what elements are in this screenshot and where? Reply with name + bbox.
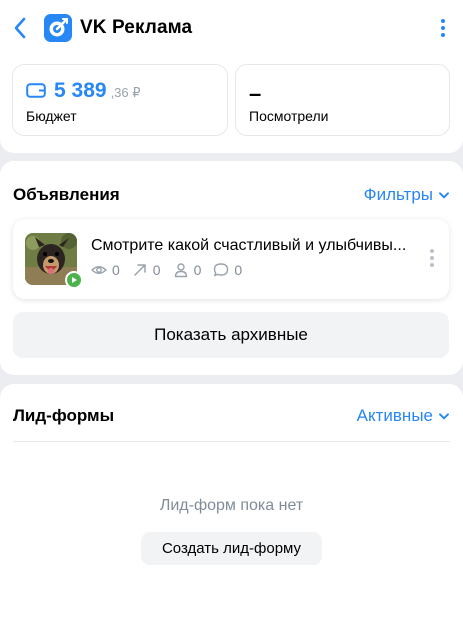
views-metric: 0 [91, 262, 120, 278]
budget-fraction: ,36 ₽ [110, 85, 141, 100]
lead-forms-filter-button[interactable]: Активные [357, 406, 449, 426]
clicks-metric-value: 0 [152, 262, 161, 278]
budget-value: 5 389 [54, 79, 107, 102]
comments-metric: 0 [213, 262, 242, 278]
divider [13, 441, 450, 442]
views-label: Посмотрели [249, 108, 329, 124]
chevron-down-icon [439, 412, 449, 419]
more-vertical-icon [430, 249, 434, 253]
more-menu-button[interactable] [433, 14, 453, 42]
header-block: VK Реклама 5 389 ,36 ₽ Бюджет – Посмотре… [0, 0, 463, 153]
budget-card[interactable]: 5 389 ,36 ₽ Бюджет [12, 64, 228, 136]
eye-icon [91, 266, 107, 274]
views-value: – [249, 81, 262, 106]
show-archived-button[interactable]: Показать архивные [13, 312, 449, 358]
lead-forms-section: Лид-формы Активные Лид-форм пока нет Соз… [0, 384, 463, 630]
comments-metric-value: 0 [234, 262, 243, 278]
chevron-down-icon [439, 191, 449, 198]
video-play-icon [65, 271, 83, 289]
users-metric: 0 [173, 262, 202, 278]
ad-card[interactable]: Смотрите какой счастливый и улыбчивы... … [13, 219, 449, 299]
chevron-left-icon [14, 17, 26, 39]
ad-metrics: 0 0 0 0 [91, 262, 242, 278]
arrow-up-right-icon [134, 264, 146, 276]
budget-label: Бюджет [26, 108, 77, 124]
clicks-metric: 0 [132, 262, 161, 278]
users-metric-value: 0 [193, 262, 202, 278]
ads-section-title: Объявления [13, 185, 120, 204]
ads-filter-button[interactable]: Фильтры [364, 185, 449, 205]
vk-ads-logo [44, 14, 72, 42]
app-title: VK Реклама [80, 17, 193, 38]
ad-thumbnail [25, 233, 83, 289]
user-icon [174, 263, 187, 278]
comment-icon [214, 263, 229, 277]
lead-forms-filter-label: Активные [356, 406, 433, 425]
lead-forms-title: Лид-формы [13, 406, 115, 425]
empty-state-text: Лид-форм пока нет [159, 497, 304, 514]
ads-section: Объявления Фильтры Смотрите какой счастл… [0, 161, 463, 375]
ad-more-button[interactable] [429, 246, 435, 270]
back-button[interactable] [8, 14, 32, 42]
views-metric-value: 0 [112, 262, 120, 278]
create-lead-form-button[interactable]: Создать лид-форму [141, 532, 322, 565]
wallet-icon [26, 83, 46, 98]
ads-filter-label: Фильтры [363, 185, 433, 204]
ad-title: Смотрите какой счастливый и улыбчивы... [91, 237, 407, 254]
more-vertical-icon [441, 19, 445, 23]
views-card[interactable]: – Посмотрели [235, 64, 450, 136]
